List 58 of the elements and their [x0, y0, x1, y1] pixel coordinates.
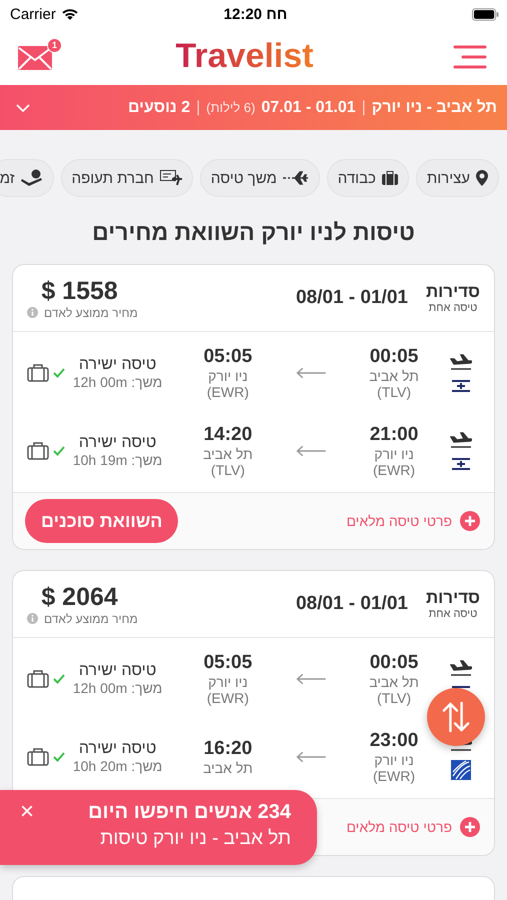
departure-city: תל אביב — [369, 674, 419, 690]
price: $ 1558 — [41, 276, 118, 306]
stops-label: טיסה ישירה — [78, 740, 156, 758]
airport-code: (EWR) — [206, 690, 249, 706]
summary-nights: (6 לילות) — [206, 100, 256, 114]
toast-headline: 234 אנשים חיפשו היום — [88, 800, 291, 824]
arrival-time: 05:05 — [204, 346, 252, 368]
separator: | — [196, 98, 200, 116]
flight-duration: משך: 12h 00m — [72, 680, 162, 696]
separator: | — [362, 98, 366, 116]
notification-badge: 1 — [47, 38, 62, 52]
arrival-time: 14:20 — [204, 424, 252, 446]
stops-label: טיסה ישירה — [78, 356, 156, 374]
arrival-time: 16:20 — [204, 738, 252, 760]
filter-chip[interactable]: עצירות — [416, 159, 499, 197]
airport-code: (EWR) — [206, 384, 249, 400]
filter-chip[interactable]: חברת תעופה — [60, 159, 193, 197]
filter-chip[interactable]: כבודה — [326, 159, 409, 197]
airport-code: (EWR) — [373, 768, 416, 784]
departure-time: 00:05 — [370, 652, 418, 674]
airport-code: (TLV) — [377, 690, 411, 706]
clock-time: 12:20 חח — [222, 6, 288, 22]
airport-code: (TLV) — [377, 384, 411, 400]
departure-time: 00:05 — [370, 346, 418, 368]
flight-duration: משך: 10h 19m — [72, 452, 162, 468]
stops-label: טיסה ישירה — [78, 662, 156, 680]
price-note: מחיר ממוצע לאדם — [44, 612, 138, 626]
flight-duration: משך: 10h 20m — [72, 758, 162, 774]
flight-duration: משך: 12h 00m — [72, 374, 162, 390]
toast-subtitle: תל אביב - ניו יורק טיסות — [99, 828, 291, 850]
airline-type: סדירות — [426, 588, 480, 608]
departure-city: ניו יורק — [374, 446, 414, 462]
filter-chip[interactable]: זמ — [0, 159, 54, 197]
departure-city: ניו יורק — [374, 752, 414, 768]
page-title: טיסות לניו יורק השוואת מחירים — [91, 218, 416, 247]
arrival-city: תל אביב — [203, 446, 253, 462]
trip-dates: 08/01 - 01/01 — [296, 593, 408, 615]
stops-label: טיסה ישירה — [78, 434, 156, 452]
trip-type: טיסה אחת — [428, 608, 478, 620]
trip-dates: 08/01 - 01/01 — [296, 287, 408, 309]
filter-chip[interactable]: משך טיסה — [200, 159, 320, 197]
departure-time: 23:00 — [370, 730, 418, 752]
price: $ 2064 — [41, 582, 118, 612]
arrival-city: ניו יורק — [208, 368, 248, 384]
arrival-time: 05:05 — [204, 652, 252, 674]
summary-text: תל אביב - ניו יורק — [372, 98, 497, 116]
arrival-city: תל אביב — [203, 760, 253, 776]
airport-code: (TLV) — [210, 462, 245, 478]
summary-dates: 07.01 - 01.01 — [261, 98, 356, 116]
arrival-city: ניו יורק — [208, 674, 248, 690]
carrier-name: Carrier — [10, 6, 56, 22]
trip-type: טיסה אחת — [428, 302, 478, 314]
airport-code: (EWR) — [373, 462, 416, 478]
airline-type: סדירות — [426, 282, 480, 302]
price-note: מחיר ממוצע לאדם — [44, 306, 138, 320]
departure-time: 21:00 — [370, 424, 418, 446]
summary-text: 2 נוסעים — [128, 98, 190, 116]
departure-city: תל אביב — [369, 368, 419, 384]
